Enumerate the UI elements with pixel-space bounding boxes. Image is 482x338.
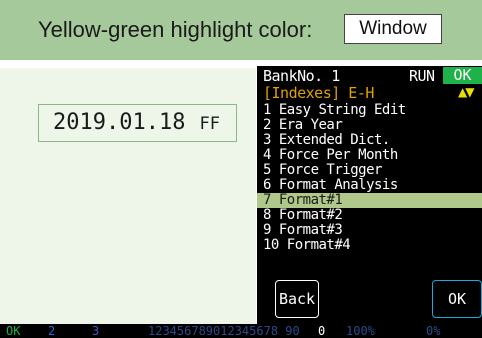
window-color-button[interactable]: Window: [344, 14, 442, 44]
menu-item[interactable]: 3 Extended Dict.: [257, 133, 482, 148]
scroll-arrows-icon[interactable]: ▲▼: [458, 85, 475, 99]
menu-list: 1 Easy String Edit 2 Era Year 3 Extended…: [257, 103, 482, 253]
menu-item[interactable]: 10 Format#4: [257, 238, 482, 253]
menu-item[interactable]: 9 Format#3: [257, 223, 482, 238]
ok-status-badge: OK: [443, 67, 482, 84]
status-zero: 0: [318, 324, 326, 338]
menu-item[interactable]: 5 Force Trigger: [257, 163, 482, 178]
back-button[interactable]: Back: [275, 280, 319, 318]
highlight-color-label: Yellow-green highlight color:: [38, 17, 313, 42]
date-value: 2019.01.18: [53, 110, 186, 135]
menu-item[interactable]: 2 Era Year: [257, 118, 482, 133]
date-suffix: FF: [199, 114, 220, 134]
menu-item[interactable]: 4 Force Per Month: [257, 148, 482, 163]
status-digits: 123456789012345678 90: [148, 324, 300, 338]
status-percent-2: 0%: [426, 324, 441, 338]
status-strip: OK 2 3 123456789012345678 90 0 100% 0%: [0, 324, 482, 338]
ok-button[interactable]: OK: [432, 280, 482, 318]
menu-item[interactable]: 8 Format#2: [257, 208, 482, 223]
menu-item[interactable]: 1 Easy String Edit: [257, 103, 482, 118]
status-percent-1: 100%: [346, 324, 375, 338]
bank-number: BankNo. 1: [263, 67, 340, 85]
status-ok: OK: [6, 324, 21, 338]
status-slot-2: 2: [48, 324, 56, 338]
category-title: [Indexes] E-H: [263, 84, 374, 102]
menu-item-selected[interactable]: 7 Format#1: [257, 193, 482, 208]
settings-banner: Yellow-green highlight color: Window: [0, 0, 482, 60]
device-screen: BankNo. 1 RUN OK [Indexes] E-H ▲▼ 1 Easy…: [257, 66, 482, 324]
date-display: 2019.01.18 FF: [38, 104, 237, 142]
run-indicator: RUN: [409, 67, 435, 85]
status-slot-3: 3: [92, 324, 100, 338]
menu-item[interactable]: 6 Format Analysis: [257, 178, 482, 193]
